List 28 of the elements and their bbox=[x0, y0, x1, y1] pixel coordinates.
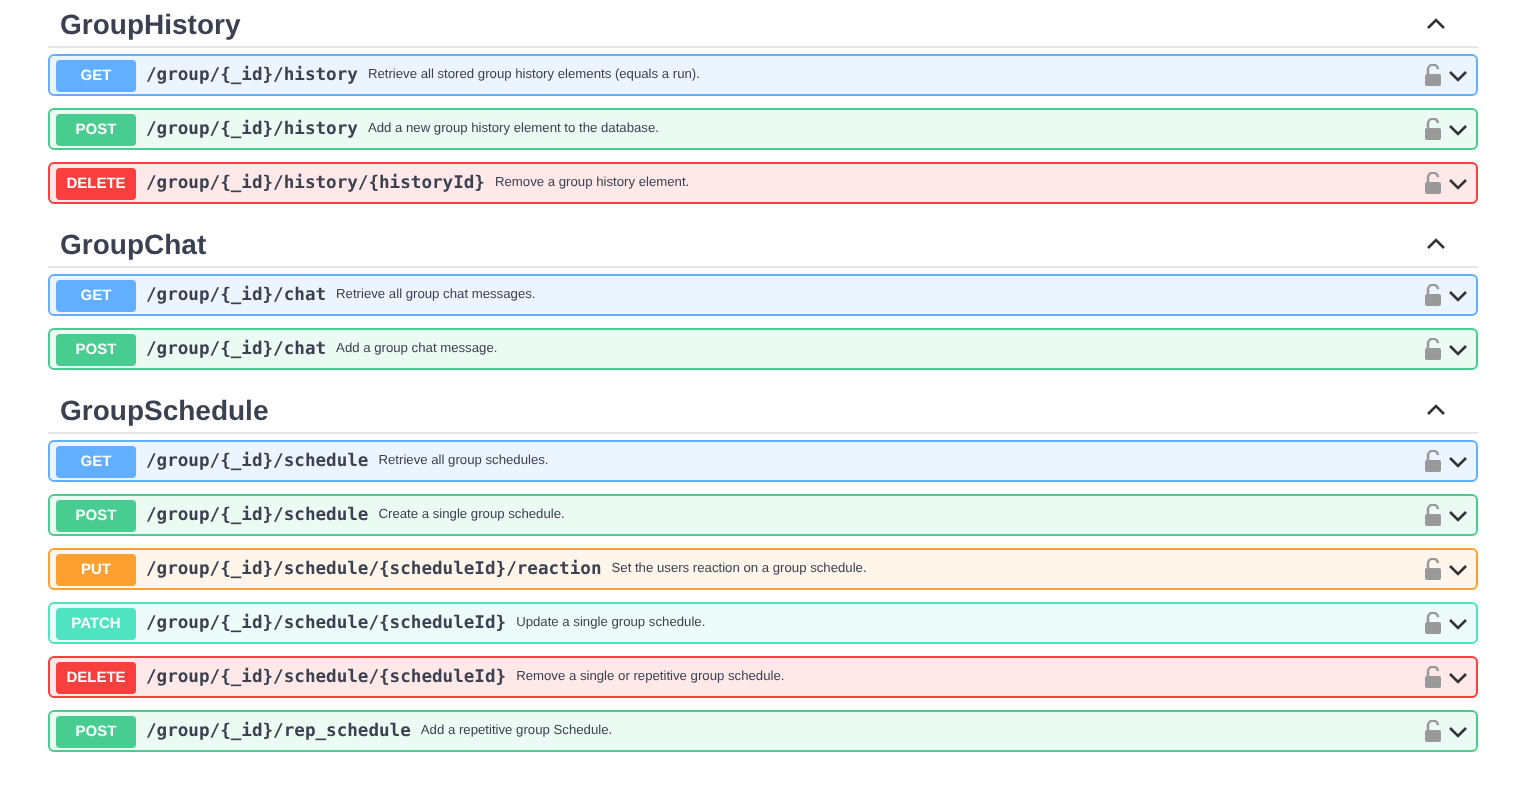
chevron-icon[interactable] bbox=[1448, 69, 1468, 81]
chevron-icon[interactable] bbox=[1448, 289, 1468, 301]
section-title[interactable]: GroupHistory bbox=[60, 7, 241, 39]
section-title[interactable]: GroupSchedule bbox=[60, 393, 269, 425]
chevron-icon[interactable] bbox=[1448, 509, 1468, 521]
endpoint-path: /group/{_id}/schedule bbox=[146, 505, 369, 525]
endpoint-path: /group/{_id}/history/{historyId} bbox=[146, 173, 485, 193]
chevron-icon[interactable] bbox=[1448, 617, 1468, 629]
chevron-icon[interactable] bbox=[1448, 725, 1468, 737]
endpoint-path: /group/{_id}/schedule/{scheduleId} bbox=[146, 613, 507, 633]
chevron-icon[interactable] bbox=[1426, 237, 1446, 249]
chevron-icon[interactable] bbox=[1448, 563, 1468, 575]
chevron-icon[interactable] bbox=[1426, 17, 1446, 29]
chevron-icon[interactable] bbox=[1448, 671, 1468, 683]
endpoint-path: /group/{_id}/schedule bbox=[146, 451, 369, 471]
chevron-icon[interactable] bbox=[1448, 343, 1468, 355]
chevron-icon[interactable] bbox=[1448, 455, 1468, 467]
endpoint-path: /group/{_id}/chat bbox=[146, 339, 327, 359]
section-title[interactable]: GroupChat bbox=[60, 227, 207, 259]
chevron-icon[interactable] bbox=[1426, 403, 1446, 415]
endpoint-path: /group/{_id}/history bbox=[146, 65, 358, 85]
endpoint-path: /group/{_id}/history bbox=[146, 119, 358, 139]
endpoint-path: /group/{_id}/schedule/{scheduleId}/reaction bbox=[146, 559, 602, 579]
chevron-icon[interactable] bbox=[1448, 177, 1468, 189]
endpoint-path: /group/{_id}/rep_schedule bbox=[146, 721, 411, 741]
chevron-icon[interactable] bbox=[1448, 123, 1468, 135]
endpoint-path: /group/{_id}/schedule/{scheduleId} bbox=[146, 667, 507, 687]
endpoint-path: /group/{_id}/chat bbox=[146, 285, 327, 305]
